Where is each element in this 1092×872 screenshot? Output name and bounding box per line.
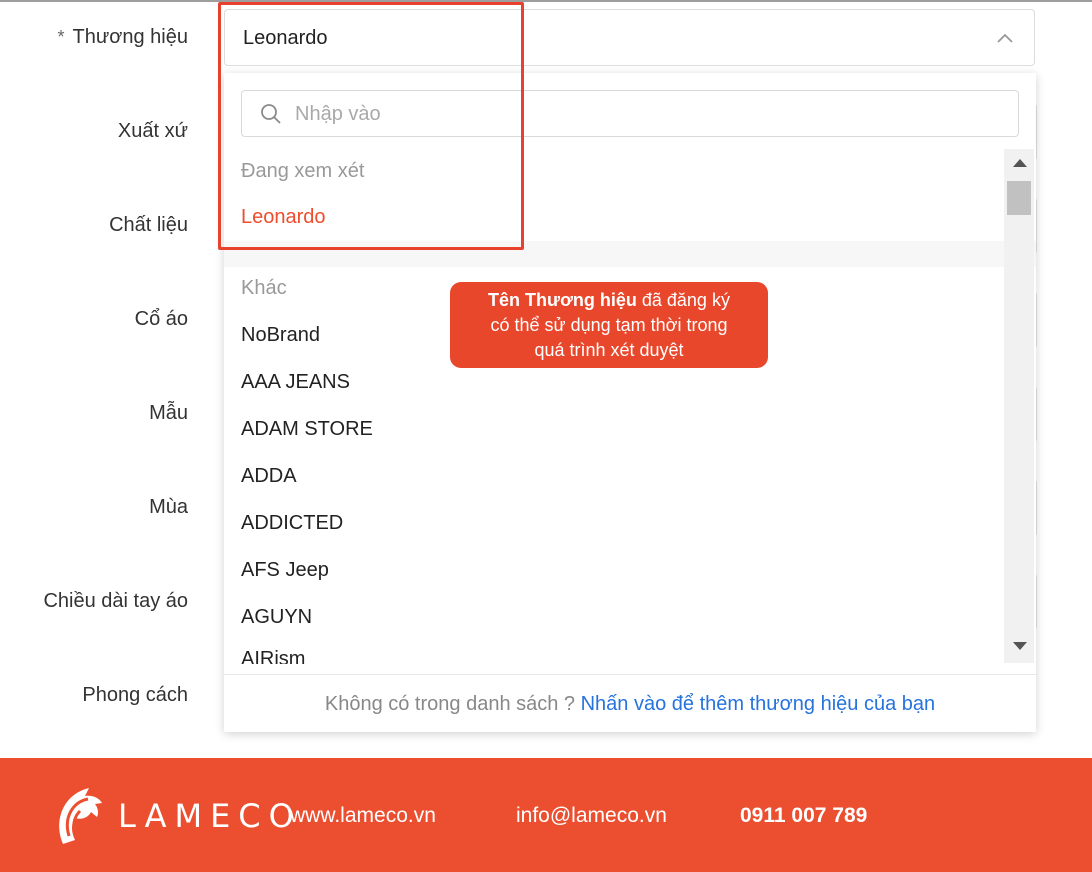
chevron-up-icon[interactable] xyxy=(996,31,1014,49)
logo-text: LAMECO xyxy=(118,797,302,835)
brand-label-text: Thương hiệu xyxy=(72,26,188,48)
option-item[interactable]: AAA JEANS xyxy=(241,371,350,394)
scroll-down-arrow-icon[interactable] xyxy=(1013,642,1027,650)
callout-line1-rest: đã đăng ký xyxy=(636,290,730,310)
add-brand-link[interactable]: Nhấn vào để thêm thương hiệu của bạn xyxy=(581,693,936,715)
scroll-up-arrow-icon[interactable] xyxy=(1013,159,1027,167)
not-in-list-text: Không có trong danh sách ? xyxy=(324,693,576,715)
style-label: Phong cách xyxy=(82,684,188,706)
material-label: Chất liệu xyxy=(109,214,188,236)
highlight-box xyxy=(218,2,524,250)
season-label: Mùa xyxy=(149,496,188,518)
phone-text: 0911 007 789 xyxy=(740,804,868,827)
brand-footer: LAMECO www.lameco.vn info@lameco.vn 0911… xyxy=(0,758,1092,872)
pattern-label: Mẫu xyxy=(149,402,188,424)
sleeve-length-label: Chiều dài tay áo xyxy=(43,590,188,612)
collar-label: Cổ áo xyxy=(134,308,188,330)
other-group-title: Khác xyxy=(241,277,287,299)
horse-logo-icon xyxy=(55,784,105,851)
option-item[interactable]: AFS Jeep xyxy=(241,559,329,582)
email-text: info@lameco.vn xyxy=(516,804,667,827)
origin-label: Xuất xứ xyxy=(117,120,188,142)
dropdown-scrollbar[interactable] xyxy=(1004,149,1034,663)
option-item[interactable]: ADDICTED xyxy=(241,512,343,535)
callout-line3: quá trình xét duyệt xyxy=(534,340,684,360)
top-divider xyxy=(0,0,1092,2)
callout-line2: có thể sử dụng tạm thời trong xyxy=(490,315,728,335)
option-item[interactable]: AIRism xyxy=(241,648,305,664)
option-item[interactable]: NoBrand xyxy=(241,324,320,347)
callout-tooltip: Tên Thương hiệu đã đăng ký có thể sử dụn… xyxy=(450,282,768,368)
scrollbar-thumb[interactable] xyxy=(1007,181,1031,215)
callout-bold-text: Tên Thương hiệu xyxy=(488,290,637,310)
option-item[interactable]: ADDA xyxy=(241,465,297,488)
option-item[interactable]: ADAM STORE xyxy=(241,418,373,441)
website-text: www.lameco.vn xyxy=(290,804,436,827)
dropdown-footer: Không có trong danh sách ? Nhấn vào để t… xyxy=(224,674,1036,733)
brand-label: * Thương hiệu xyxy=(58,26,188,49)
option-item[interactable]: AGUYN xyxy=(241,606,312,629)
required-mark: * xyxy=(57,27,65,47)
